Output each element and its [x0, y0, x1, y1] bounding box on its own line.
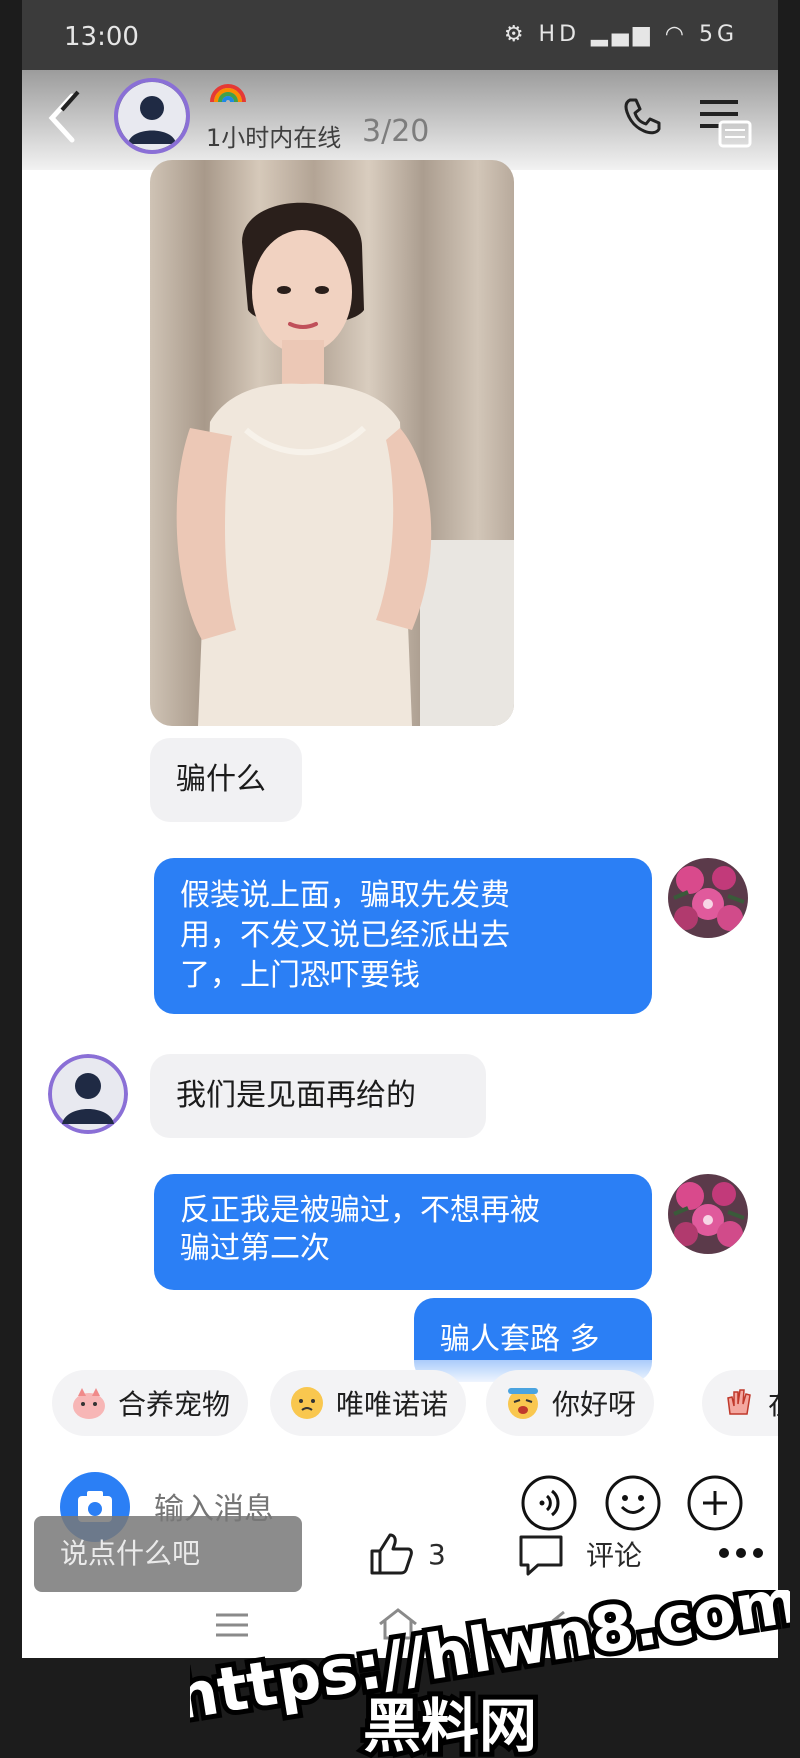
status-time: 13:00	[64, 22, 139, 52]
quick-reply-label: 合养宠物	[118, 1388, 231, 1421]
quick-reply-label: 在一	[768, 1383, 778, 1423]
shy-emoji-icon	[291, 1387, 323, 1419]
quick-reply-chip[interactable]: 合养宠物	[52, 1370, 249, 1436]
floral-avatar-icon	[668, 1174, 748, 1254]
message-bubble-sent[interactable]: 假装说上面，骗取先发费 用，不发又说已经派出去 了，上门恐吓要钱	[154, 858, 652, 1014]
comment-bar: 说点什么吧 3 评论	[22, 1510, 778, 1600]
comment-label: 评论	[586, 1539, 643, 1572]
thumbs-up-icon	[370, 1533, 413, 1575]
my-avatar[interactable]	[668, 1174, 748, 1254]
comment-button[interactable]: 评论	[516, 1524, 642, 1584]
status-indicators: ⚙ HD ▂▄▆ ◠ 5G	[503, 22, 738, 47]
page-counter: 3/20	[362, 114, 430, 149]
contact-avatar[interactable]	[114, 78, 190, 154]
status-bar: 13:00 ⚙ HD ▂▄▆ ◠ 5G	[22, 0, 778, 70]
quick-reply-label: 你好呀	[552, 1388, 637, 1421]
menu-icon[interactable]	[694, 92, 754, 152]
like-count: 3	[428, 1537, 446, 1571]
photo-message[interactable]	[150, 160, 514, 726]
online-status: 1小时内在线	[206, 124, 342, 152]
quick-reply-chip[interactable]: 你好呀	[486, 1370, 655, 1436]
chat-screen: 13:00 ⚙ HD ▂▄▆ ◠ 5G 1小时内在线 3/20 骗什么 假装说上…	[22, 0, 778, 1658]
pet-emoji-icon	[73, 1388, 105, 1419]
rainbow-icon	[210, 84, 246, 103]
message-bubble-received[interactable]: 我们是见面再给的	[150, 1054, 486, 1138]
contact-avatar-small[interactable]	[48, 1054, 128, 1134]
quick-reply-label: 唯唯诺诺	[336, 1388, 449, 1421]
default-avatar-icon	[118, 82, 186, 150]
message-bubble-received[interactable]: 骗什么	[150, 738, 302, 822]
hand-emoji-icon	[727, 1389, 751, 1415]
my-avatar[interactable]	[668, 858, 748, 938]
floral-avatar-icon	[668, 858, 748, 938]
watermark-name: 黑料网	[363, 1692, 537, 1758]
default-avatar-icon	[48, 1054, 128, 1134]
chat-header: 1小时内在线 3/20	[22, 70, 778, 170]
phone-icon[interactable]	[620, 94, 664, 138]
message-bubble-sent[interactable]: 反正我是被骗过，不想再被 骗过第二次	[154, 1174, 652, 1290]
comment-icon	[519, 1535, 563, 1576]
quick-reply-bar: 合养宠物 唯唯诺诺 你好呀 在一	[22, 1360, 778, 1450]
watermark: https://hlwn8.com 黑料网	[190, 1590, 790, 1758]
comment-input[interactable]: 说点什么吧	[34, 1516, 302, 1592]
wave-emoji-icon	[508, 1388, 538, 1419]
quick-reply-chip[interactable]: 唯唯诺诺	[270, 1370, 467, 1436]
like-button[interactable]: 3	[366, 1524, 446, 1584]
more-icon[interactable]	[718, 1546, 764, 1560]
back-arrow-icon[interactable]	[38, 88, 88, 148]
quick-reply-chip[interactable]: 在一	[702, 1370, 778, 1436]
